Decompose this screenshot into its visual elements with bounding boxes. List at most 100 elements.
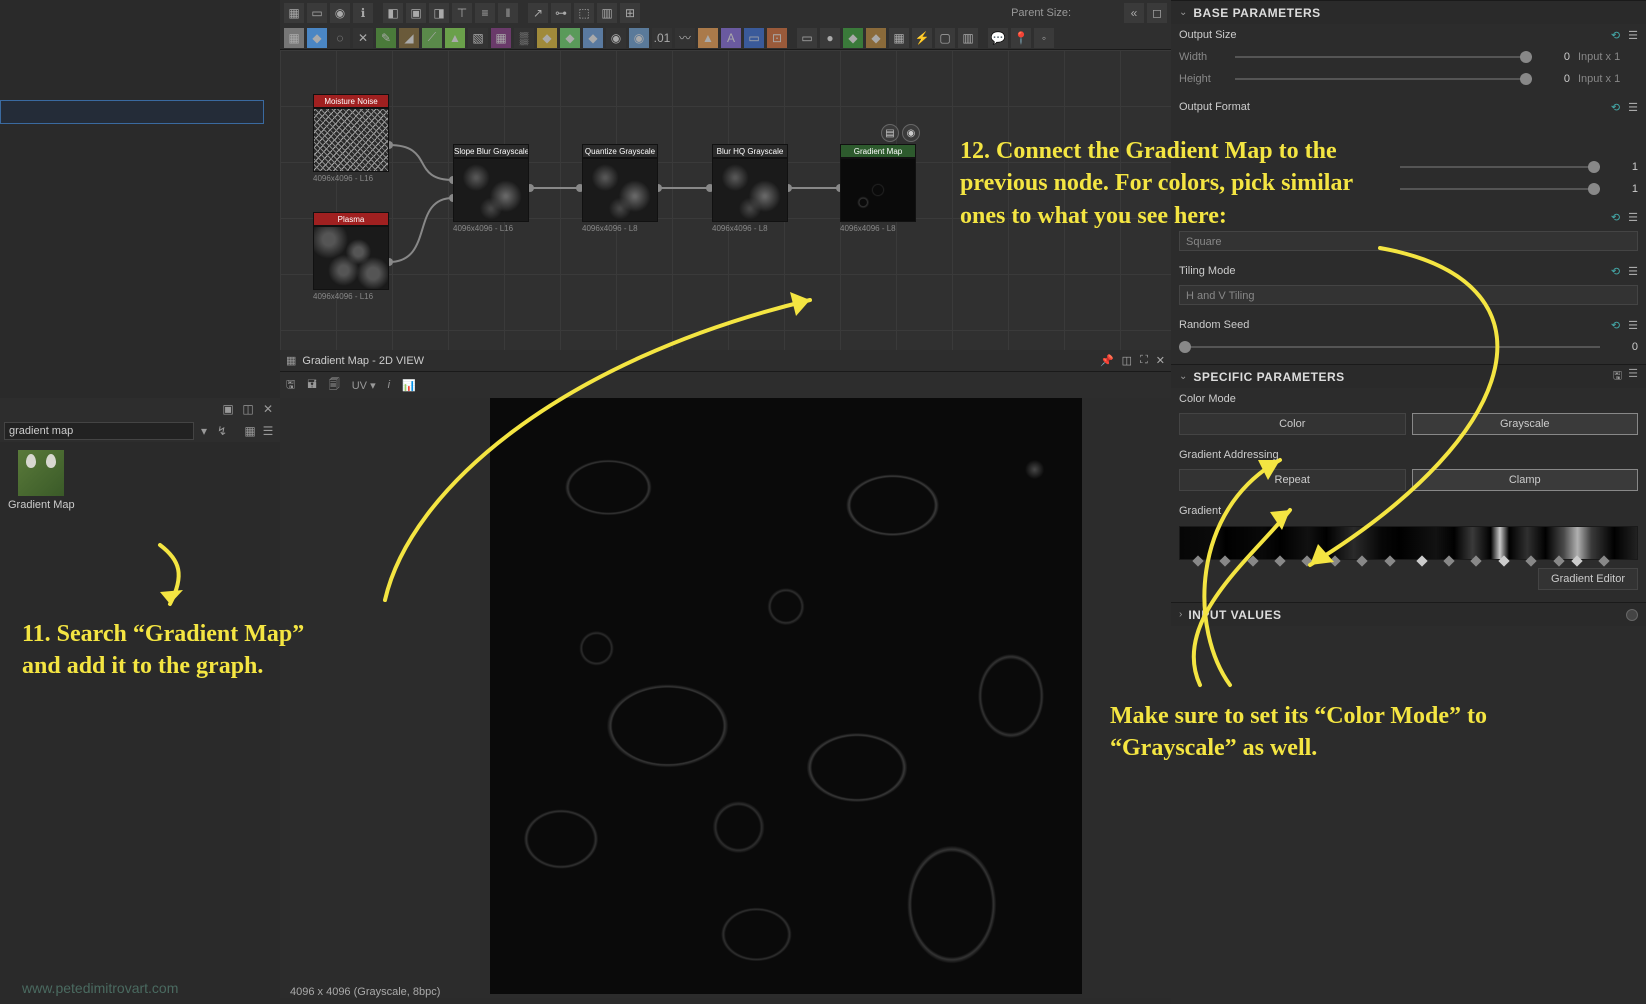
view2d-canvas[interactable] <box>280 398 1171 998</box>
atom-paint-icon[interactable]: ✎ <box>376 28 396 48</box>
tool-pin-icon[interactable]: ⊶ <box>551 3 571 23</box>
atom-node-icon[interactable]: ● <box>820 28 840 48</box>
width-slider[interactable] <box>1235 56 1532 58</box>
save-icon[interactable]: 🖫 <box>286 376 295 395</box>
pin-3d-icon[interactable]: ◉ <box>902 124 920 142</box>
pin-icon[interactable]: 📌 <box>1100 354 1114 367</box>
tool-ps-prev-icon[interactable]: « <box>1124 3 1144 23</box>
library-open-icon[interactable]: ▣ <box>220 401 236 417</box>
node-plasma[interactable]: Plasma 4096x4096 - L16 <box>313 212 389 301</box>
atom-drop-icon[interactable]: ◌ <box>330 28 350 48</box>
menu-icon[interactable]: ☰ <box>1628 265 1638 278</box>
tool-select-icon[interactable]: ▦ <box>284 3 304 23</box>
menu-icon[interactable]: ☰ <box>1628 211 1638 224</box>
atom-uniform-icon[interactable]: ▦ <box>284 28 304 48</box>
atom-noise-icon[interactable]: ▲ <box>698 28 718 48</box>
menu-icon[interactable]: ☰ <box>1628 29 1638 42</box>
clamp-button[interactable]: Clamp <box>1412 469 1639 491</box>
relative-icon[interactable]: ⟲ <box>1611 101 1620 114</box>
selection-outline[interactable] <box>0 100 264 124</box>
atom-wave-icon[interactable]: 〰 <box>675 28 695 48</box>
atom-slope-icon[interactable]: ◢ <box>399 28 419 48</box>
atom-fx3-icon[interactable]: ◆ <box>583 28 603 48</box>
info-icon[interactable]: i <box>388 379 390 391</box>
section-input-values[interactable]: › INPUT VALUES <box>1171 602 1646 626</box>
relative-icon[interactable]: ⟲ <box>1611 319 1620 332</box>
tool-alignc-icon[interactable]: ▣ <box>406 3 426 23</box>
relative-icon[interactable]: ⟲ <box>1611 265 1620 278</box>
atom-levels-icon[interactable]: ▲ <box>445 28 465 48</box>
tool-snap-icon[interactable]: ⬚ <box>574 3 594 23</box>
atom-curve-icon[interactable]: ⟋ <box>422 28 442 48</box>
atom-fx5-icon[interactable]: ◉ <box>629 28 649 48</box>
atom-fx1-icon[interactable]: ◆ <box>537 28 557 48</box>
atom-dot-icon[interactable]: ◦ <box>1034 28 1054 48</box>
tool-frame-icon[interactable]: ▭ <box>307 3 327 23</box>
atom-fx4-icon[interactable]: ◉ <box>606 28 626 48</box>
atom-output-icon[interactable]: ◆ <box>866 28 886 48</box>
tool-camera-icon[interactable]: ◉ <box>330 3 350 23</box>
uv-toggle[interactable]: UV ▾ <box>352 379 376 392</box>
pin-2d-icon[interactable]: ▤ <box>881 124 899 142</box>
tool-info-icon[interactable]: ℹ <box>353 3 373 23</box>
node-slope-blur[interactable]: Slope Blur Grayscale 4096x4096 - L16 <box>453 144 529 233</box>
seed-slider[interactable] <box>1179 346 1600 348</box>
maximize-icon[interactable]: ⛶ <box>1140 354 1148 367</box>
color-button[interactable]: Color <box>1179 413 1406 435</box>
atom-pin2-icon[interactable]: 📍 <box>1011 28 1031 48</box>
filter-icon[interactable]: ▾ <box>196 423 212 439</box>
tool-ps-reset-icon[interactable]: ◻ <box>1147 3 1167 23</box>
tool-grid2-icon[interactable]: ⊞ <box>620 3 640 23</box>
view-icons-icon[interactable]: ▦ <box>242 423 258 439</box>
atom-fx2-icon[interactable]: ◆ <box>560 28 580 48</box>
atom-shuffle-icon[interactable]: ✕ <box>353 28 373 48</box>
atom-rect-icon[interactable]: ▭ <box>744 28 764 48</box>
filter-clear-icon[interactable]: ↯ <box>214 423 230 439</box>
atom-num-icon[interactable]: .01 <box>652 28 672 48</box>
node-gradient-map[interactable]: ▤ ◉ Gradient Map 4096x4096 - L8 <box>840 144 916 233</box>
histogram-icon[interactable]: 📊 <box>402 379 416 392</box>
repeat-button[interactable]: Repeat <box>1179 469 1406 491</box>
atom-pixel-icon[interactable]: ▒ <box>514 28 534 48</box>
atom-crop-icon[interactable]: ⊡ <box>767 28 787 48</box>
popout-icon[interactable]: ◫ <box>1122 354 1132 367</box>
section-specific-params[interactable]: ⌄ SPECIFIC PARAMETERS 🖫 ☰ <box>1171 364 1646 388</box>
save-all-icon[interactable]: 🖬 <box>307 376 316 395</box>
atom-chart-icon[interactable]: ▦ <box>889 28 909 48</box>
grayscale-button[interactable]: Grayscale <box>1412 413 1639 435</box>
atom-blend-icon[interactable]: ▧ <box>468 28 488 48</box>
tool-dist-icon[interactable]: ≡ <box>475 3 495 23</box>
save-icon[interactable]: 🖫 <box>1613 367 1622 386</box>
node-quantize[interactable]: Quantize Grayscale 4096x4096 - L8 <box>582 144 658 233</box>
graph-view[interactable]: Moisture Noise 4096x4096 - L16 Plasma 40… <box>280 50 1171 350</box>
tool-link-icon[interactable]: ↗ <box>528 3 548 23</box>
menu-icon[interactable]: ☰ <box>1628 367 1638 386</box>
atom-input-icon[interactable]: ◆ <box>843 28 863 48</box>
tool-alignr-icon[interactable]: ◨ <box>429 3 449 23</box>
copy-icon[interactable]: 🗐 <box>329 376 340 395</box>
node-blur-hq[interactable]: Blur HQ Grayscale 4096x4096 - L8 <box>712 144 788 233</box>
atom-color-icon[interactable]: ◆ <box>307 28 327 48</box>
tool-alignt-icon[interactable]: ⊤ <box>452 3 472 23</box>
square-dropdown[interactable]: Square <box>1179 231 1638 251</box>
close-icon[interactable]: ✕ <box>1156 354 1165 367</box>
gradient-editor-button[interactable]: Gradient Editor <box>1538 568 1638 590</box>
library-pop-icon[interactable]: ◫ <box>240 401 256 417</box>
height-slider[interactable] <box>1235 78 1532 80</box>
relative-icon[interactable]: ⟲ <box>1611 29 1620 42</box>
tiling-dropdown[interactable]: H and V Tiling <box>1179 285 1638 305</box>
param-slider-2[interactable] <box>1400 188 1600 190</box>
relative-icon[interactable]: ⟲ <box>1611 211 1620 224</box>
atom-tool2-icon[interactable]: ▥ <box>958 28 978 48</box>
param-slider-1[interactable] <box>1400 166 1600 168</box>
atom-tile-icon[interactable]: ▦ <box>491 28 511 48</box>
library-close-icon[interactable]: ✕ <box>260 401 276 417</box>
menu-icon[interactable]: ☰ <box>1628 319 1638 332</box>
section-base-params[interactable]: ⌄ BASE PARAMETERS <box>1171 0 1646 24</box>
tool-grid-icon[interactable]: ▥ <box>597 3 617 23</box>
atom-tool1-icon[interactable]: ▢ <box>935 28 955 48</box>
atom-frame-icon[interactable]: ▭ <box>797 28 817 48</box>
search-input[interactable] <box>4 422 194 440</box>
view-list-icon[interactable]: ☰ <box>260 423 276 439</box>
atom-bolt-icon[interactable]: ⚡ <box>912 28 932 48</box>
